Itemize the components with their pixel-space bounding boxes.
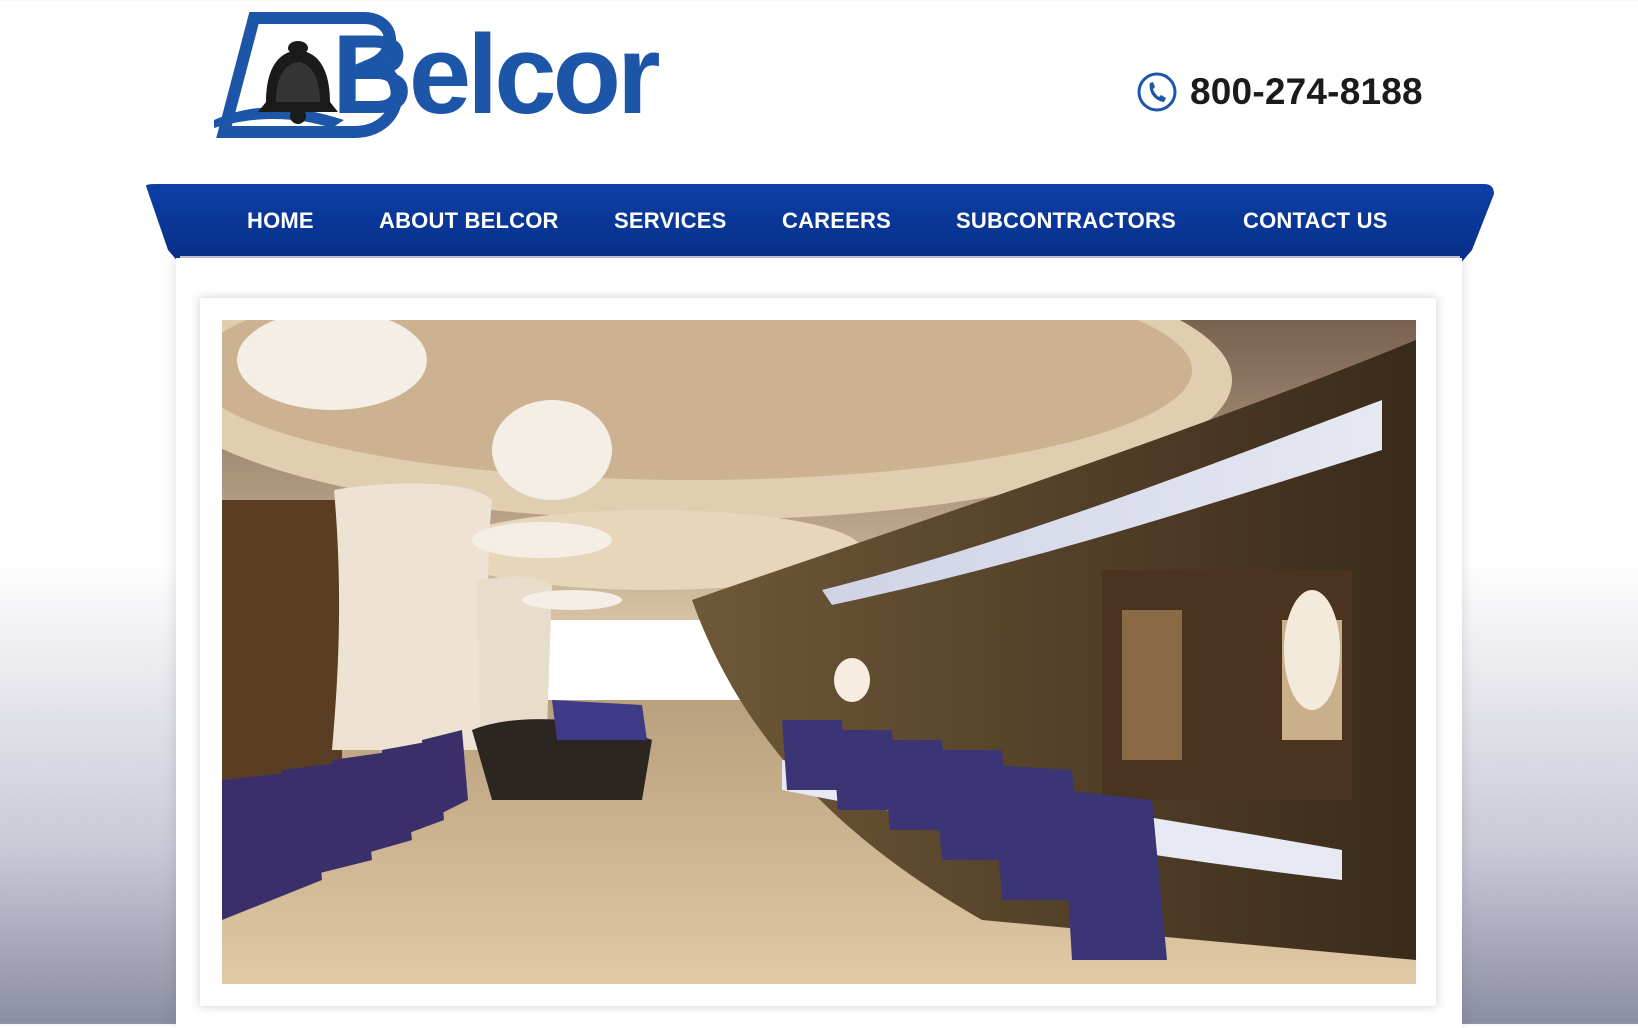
logo-wordmark: Belcor	[332, 12, 661, 137]
phone-contact[interactable]: 800-274-8188	[1136, 68, 1423, 116]
nav-services[interactable]: SERVICES	[614, 204, 726, 238]
site-header: Belcor 800-274-8188	[0, 0, 1638, 180]
restaurant-bar-interior-image	[222, 320, 1416, 984]
nav-subcontractors[interactable]: SUBCONTRACTORS	[956, 204, 1176, 238]
main-nav: HOME ABOUT BELCOR SERVICES CAREERS SUBCO…	[146, 184, 1494, 266]
phone-icon	[1137, 72, 1177, 112]
phone-number: 800-274-8188	[1190, 71, 1423, 112]
belcor-logo[interactable]: Belcor	[214, 12, 661, 142]
nav-home[interactable]: HOME	[247, 204, 314, 238]
nav-contact-us[interactable]: CONTACT US	[1243, 204, 1388, 238]
nav-items: HOME ABOUT BELCOR SERVICES CAREERS SUBCO…	[146, 184, 1494, 256]
nav-about-belcor[interactable]: ABOUT BELCOR	[379, 204, 559, 238]
nav-careers[interactable]: CAREERS	[782, 204, 891, 238]
hero-photo	[222, 320, 1416, 984]
